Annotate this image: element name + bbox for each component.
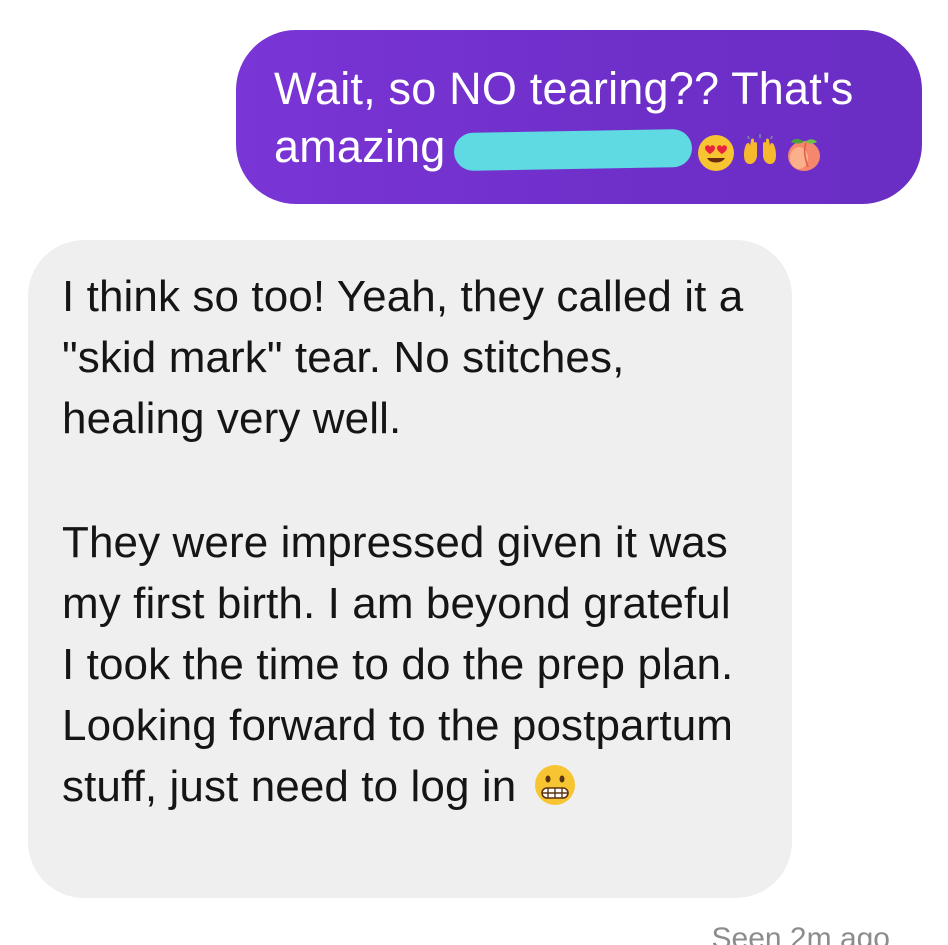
seen-status: Seen 2m ago [711,922,890,945]
received-message-paragraph-2: They were impressed given it was my firs… [62,512,752,817]
heart-eyes-face-icon [696,129,736,171]
received-message-paragraph-2-text: They were impressed given it was my firs… [62,518,734,811]
sent-message-line-2: amazing [274,118,892,176]
redaction-mark [453,128,692,172]
sent-message-line-1: Wait, so NO tearing?? That's [274,63,854,114]
sent-message-bubble[interactable]: Wait, so NO tearing?? That's amazing [236,30,922,204]
chat-screen: Wait, so NO tearing?? That's amazing I t… [0,0,948,945]
raising-hands-icon [740,129,780,169]
sent-message-text: amazing [274,121,446,172]
received-message-paragraph-1: I think so too! Yeah, they called it a "… [62,272,744,443]
grimacing-face-icon [533,762,577,806]
peach-icon [784,129,824,171]
received-message-bubble[interactable]: I think so too! Yeah, they called it a "… [28,240,792,898]
